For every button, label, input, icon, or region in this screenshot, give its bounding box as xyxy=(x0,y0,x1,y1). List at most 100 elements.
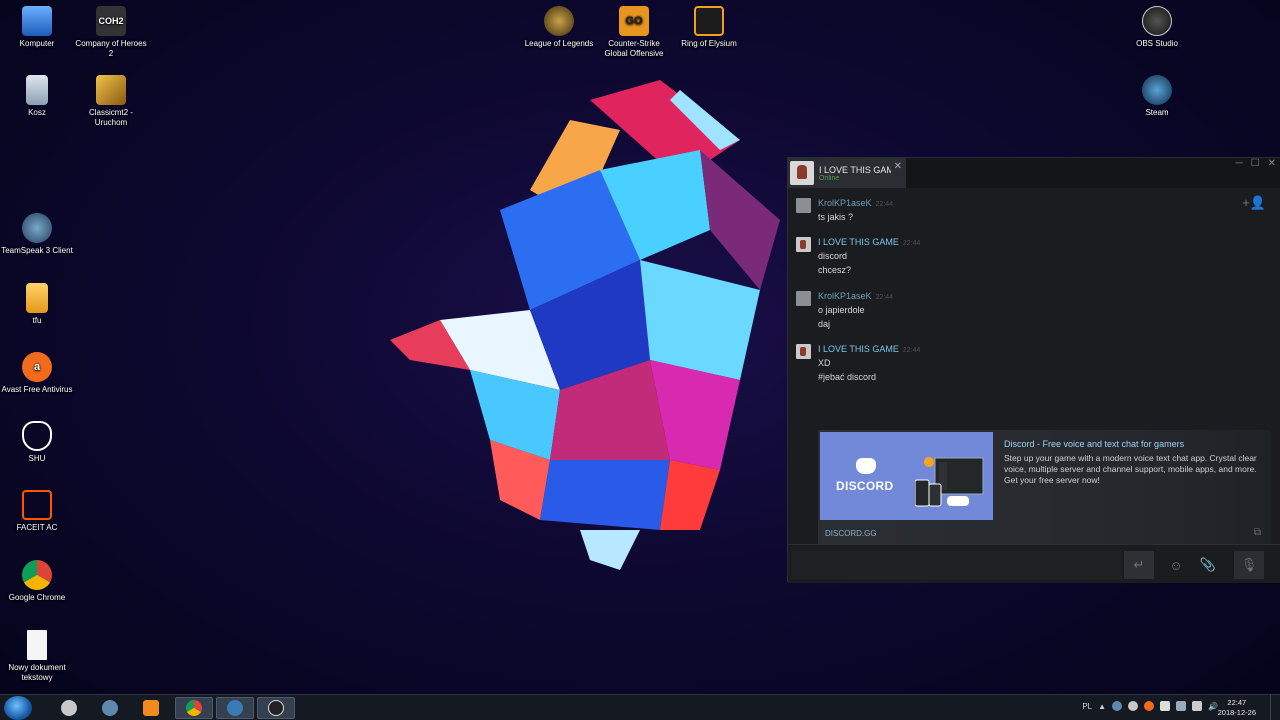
chat-message-input[interactable] xyxy=(792,551,1122,579)
taskbar-app-chrome[interactable] xyxy=(175,697,213,719)
start-button[interactable] xyxy=(4,696,32,720)
maximize-button[interactable]: ☐ xyxy=(1251,158,1260,169)
message-author[interactable]: I LOVE THIS GAME xyxy=(818,344,899,354)
explorer-icon xyxy=(61,700,77,716)
user-avatar[interactable] xyxy=(796,291,811,306)
desktop-icon-chrome[interactable]: Google Chrome xyxy=(0,560,74,603)
embed-domain-link[interactable]: DISCORD.GG xyxy=(825,529,877,538)
message-time: 22:44 xyxy=(902,240,921,247)
minimize-button[interactable]: ─ xyxy=(1236,158,1243,169)
message-time: 22:44 xyxy=(875,294,894,301)
message-text: chcesz? xyxy=(818,265,852,275)
flag-icon[interactable] xyxy=(1160,701,1171,711)
desktop-icon-csgo[interactable]: GO Counter-Strike Global Offensive xyxy=(597,6,671,59)
message-text: daj xyxy=(818,319,831,329)
volume-icon[interactable]: 🔊 xyxy=(1208,702,1218,711)
language-indicator[interactable]: PL xyxy=(1082,702,1092,711)
obs-icon xyxy=(1142,6,1172,36)
chat-tab-status: Online xyxy=(819,174,840,182)
voice-chat-icon[interactable]: 🎙 xyxy=(1234,551,1264,579)
show-desktop-button[interactable] xyxy=(1270,695,1280,720)
system-tray: PL ▲ 🔊 xyxy=(1082,701,1218,711)
obs-icon xyxy=(268,700,284,716)
text-document-icon xyxy=(27,630,47,660)
taskbar-app-obs[interactable] xyxy=(257,697,295,719)
taskbar-app-media[interactable] xyxy=(132,697,170,719)
chat-titlebar[interactable]: I LOVE THIS GAM Online ✕ ─ ☐ ✕ xyxy=(788,158,1280,188)
share-icon[interactable]: ⧉ xyxy=(1254,527,1261,538)
chrome-icon xyxy=(186,700,202,716)
devices-illustration-icon xyxy=(915,457,984,507)
embed-title-link[interactable]: Discord - Free voice and text chat for g… xyxy=(1004,439,1184,449)
message-text: ts jakis ? xyxy=(818,212,854,222)
steam-tray-icon[interactable] xyxy=(1128,701,1139,711)
avast-tray-icon[interactable] xyxy=(1144,701,1155,711)
avast-icon: a xyxy=(22,352,52,382)
taskbar: PL ▲ 🔊 22:47 2018-12-26 xyxy=(0,694,1280,720)
desktop-icon-metin2[interactable]: Classicmt2 - Uruchom xyxy=(74,75,148,128)
desktop-icon-kosz[interactable]: Kosz xyxy=(0,75,74,118)
friend-avatar xyxy=(790,161,814,185)
desktop-icon-avast[interactable]: a Avast Free Antivirus xyxy=(0,352,74,395)
chrome-icon xyxy=(22,560,52,590)
chat-tab[interactable]: I LOVE THIS GAM Online ✕ xyxy=(788,158,906,188)
message-time: 22:44 xyxy=(902,347,921,354)
embed-logo-text: DISCORD xyxy=(836,479,894,493)
message-author[interactable]: KrolKP1aseK xyxy=(818,291,872,301)
chat-input-bar: ↵ ☺ 📎 🎙 xyxy=(788,544,1280,583)
message-author[interactable]: I LOVE THIS GAME xyxy=(818,237,899,247)
taskbar-clock[interactable]: 22:47 2018-12-26 xyxy=(1218,698,1256,718)
desktop-icon-lol[interactable]: League of Legends xyxy=(522,6,596,49)
desktop-icon-tfu[interactable]: tfu xyxy=(0,283,74,326)
steam-icon xyxy=(1142,75,1172,105)
send-button[interactable]: ↵ xyxy=(1124,551,1154,579)
teamspeak-icon xyxy=(102,700,118,716)
message-list[interactable]: KrolKP1aseK 22:44 ts jakis ? I LOVE THIS … xyxy=(788,192,1278,550)
taskbar-app-steam[interactable] xyxy=(216,697,254,719)
wallpaper-art xyxy=(390,80,780,570)
desktop-icon-roe[interactable]: Ring of Elysium xyxy=(672,6,746,49)
embed-description: Step up your game with a modern voice te… xyxy=(1004,453,1257,485)
user-avatar[interactable] xyxy=(796,198,811,213)
link-embed-card[interactable]: DISCORD Discord - Free voice and text ch… xyxy=(818,430,1271,550)
computer-icon xyxy=(22,6,52,36)
clock-time: 22:47 xyxy=(1227,698,1247,707)
message-text: XD xyxy=(818,358,831,368)
taskbar-app-teamspeak[interactable] xyxy=(91,697,129,719)
desktop-icon-steam[interactable]: Steam xyxy=(1120,75,1194,118)
display-icon[interactable] xyxy=(1176,701,1187,711)
user-avatar[interactable] xyxy=(796,344,811,359)
desktop-icon-komputer[interactable]: Komputer xyxy=(0,6,74,49)
steam-chat-window[interactable]: I LOVE THIS GAM Online ✕ ─ ☐ ✕ +👤 KrolKP… xyxy=(787,157,1280,583)
taskbar-app-explorer[interactable] xyxy=(50,697,88,719)
attach-icon[interactable]: 📎 xyxy=(1194,551,1222,579)
message-time: 22:44 xyxy=(875,201,894,208)
desktop-icon-text-document[interactable]: Nowy dokument tekstowy xyxy=(0,630,74,683)
desktop-icon-teamspeak[interactable]: TeamSpeak 3 Client xyxy=(0,213,74,256)
message-text: discord xyxy=(818,251,848,261)
chat-tab-name: I LOVE THIS GAM xyxy=(819,164,891,175)
desktop-icon-shu[interactable]: SHU xyxy=(0,421,74,464)
close-tab-icon[interactable]: ✕ xyxy=(894,161,902,172)
message-text: o japierdole xyxy=(818,305,865,315)
embed-thumbnail[interactable]: DISCORD xyxy=(820,432,993,520)
roe-icon xyxy=(694,6,724,36)
lol-icon xyxy=(544,6,574,36)
recycle-bin-icon xyxy=(26,75,48,105)
clock-date: 2018-12-26 xyxy=(1217,708,1256,717)
media-player-icon xyxy=(143,700,159,716)
desktop-icon-obs[interactable]: OBS Studio xyxy=(1120,6,1194,49)
message-author[interactable]: KrolKP1aseK xyxy=(818,198,872,208)
message-text: #jebać discord xyxy=(818,372,877,382)
coh2-icon: COH2 xyxy=(96,6,126,36)
steam-icon xyxy=(227,700,243,716)
folder-icon xyxy=(26,283,48,313)
user-avatar[interactable] xyxy=(796,237,811,252)
desktop-icon-coh2[interactable]: COH2 Company of Heroes 2 xyxy=(74,6,148,59)
close-window-button[interactable]: ✕ xyxy=(1268,158,1276,169)
teamspeak-tray-icon[interactable] xyxy=(1112,701,1123,711)
emoji-icon[interactable]: ☺ xyxy=(1162,551,1190,579)
tray-expand-icon[interactable]: ▲ xyxy=(1098,702,1106,711)
desktop-icon-faceit[interactable]: FACEIT AC xyxy=(0,490,74,533)
network-icon[interactable] xyxy=(1192,701,1203,711)
